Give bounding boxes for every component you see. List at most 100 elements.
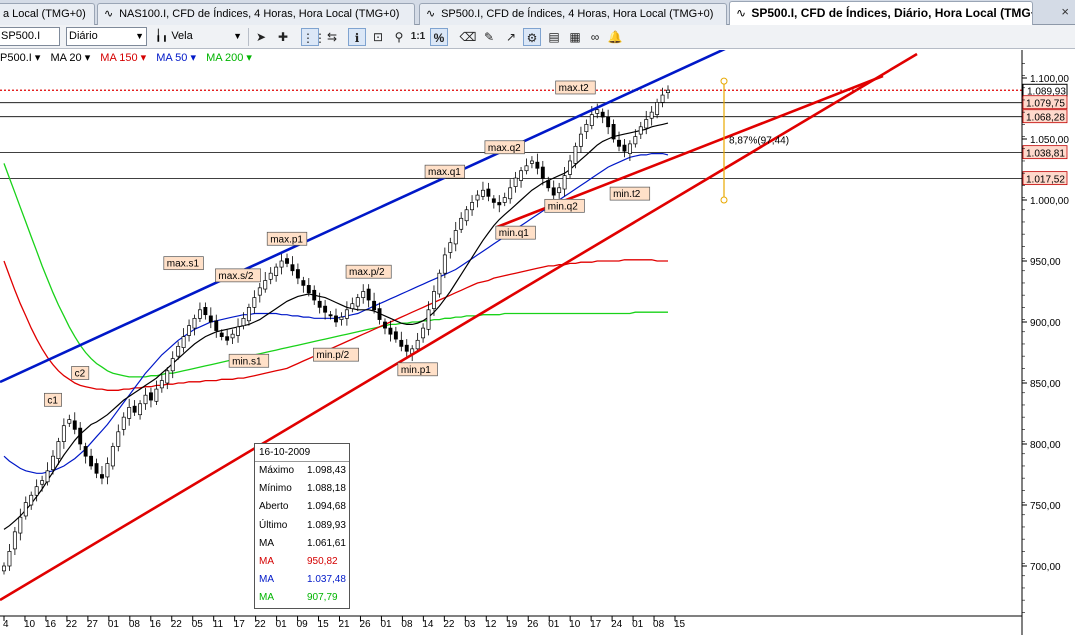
chart-type-select[interactable]: ╽╻ Vela ▼ [152,27,245,46]
legend-symbol[interactable]: P500.I ▾ [0,52,40,64]
candle-body [295,269,300,279]
time-tick-label: 16 [150,619,162,630]
close-icon[interactable]: × [1061,4,1069,19]
candle-body [546,180,551,189]
time-tick-label: 11 [213,619,224,630]
candle-body [372,300,377,311]
candle-body [29,494,34,506]
tab-sp500-daily[interactable]: ∿ SP500.I, CFD de Índices, Diário, Hora … [729,1,1033,26]
legend-ma200[interactable]: MA 200 ▾ [206,52,252,64]
annotation-label: min.p1 [401,365,431,376]
alert-icon[interactable]: 🔔 [606,28,624,46]
time-tick-label: 24 [611,619,623,630]
candle-body [159,380,164,389]
candle-body [176,346,181,357]
candle-body [366,288,371,301]
price-axis[interactable]: 1.089,931.079,751.068,281.038,811.017,52… [1022,63,1069,613]
candle-body [56,441,61,459]
time-tick-label: 15 [674,619,686,630]
timeframe-value: Diário [69,30,98,42]
candle-body [127,407,132,419]
candle-body [633,136,638,145]
legend-ma150[interactable]: MA 150 ▾ [100,52,146,64]
candle-body [611,124,616,140]
chevron-down-icon: ▼ [233,31,242,41]
price-tick-label: 900,00 [1030,318,1061,329]
eraser-icon[interactable]: ⌫ [459,28,477,46]
candle-body [323,305,328,313]
candle-body [246,307,251,322]
price-tick-label: 1.100,00 [1030,74,1069,85]
time-axis[interactable]: 4 10 16 22 27 01 08 16 22 05 11 17 22 01 09 15 21 26 01 08 1… [3,616,686,630]
info-value: 1.089,93 [307,519,346,531]
info-icon[interactable]: ℹ [348,28,366,46]
candle-body [638,126,643,135]
candle-body [165,370,170,384]
time-tick-label: 01 [276,619,288,630]
candle-body [627,143,632,154]
legend-ma50[interactable]: MA 50 ▾ [156,52,196,64]
candle-body [666,89,670,93]
info-date: 16-10-2009 [255,444,349,462]
plot-area[interactable] [0,50,1022,616]
time-tick-label: 22 [66,619,78,630]
info-row-ma150: MA 950,82 [255,553,349,571]
template-icon[interactable]: ▤ [545,28,563,46]
timeframe-select[interactable]: Diário ▼ [66,27,147,46]
candle-body [312,289,317,301]
grid-icon[interactable]: ⋮⋮ [301,28,326,46]
candle-body [562,175,567,190]
time-tick-label: 27 [87,619,99,630]
annotation-label: max.s/2 [218,271,253,282]
symbol-input[interactable]: SP500.I [0,27,60,46]
candle-body [486,188,491,197]
candle-body [268,272,273,280]
info-key: Aberto [259,501,289,513]
bar-info-box: 16-10-2009 Máximo 1.098,43 Mínimo 1.088,18… [254,443,350,609]
info-key: Mínimo [259,483,292,495]
zoom-reset-label: 1:1 [410,31,426,42]
price-chart[interactable]: c1 c2 max.s1 max.s/2 max.p1 max.p/2 min.s1 min.… [0,50,1075,635]
time-tick-label: 12 [485,619,497,630]
template-save-icon[interactable]: ▦ [566,28,584,46]
info-value: 950,82 [307,555,338,567]
candle-body [45,470,50,483]
crosshair-icon[interactable]: ✚ [274,28,292,46]
cursor-icon[interactable]: ➤ [252,28,270,46]
candle-body [393,331,398,340]
candle-chart-icon: ╽╻ [155,30,169,42]
price-tick-label: 850,00 [1030,379,1061,390]
candle-body [377,308,382,320]
candle-body [415,339,420,350]
chevron-down-icon: ▼ [135,31,144,41]
info-key: MA [259,574,274,586]
time-tick-label: 08 [653,619,665,630]
price-level-label: 1.038,81 [1026,149,1065,160]
info-value: 1.061,61 [307,537,346,549]
zoom-icon[interactable]: ⚲ [390,28,408,46]
tab-local[interactable]: a Local (TMG+0) [0,3,95,25]
zoom-reset-button[interactable]: 1:1 [409,28,427,46]
zoom-box-icon[interactable]: ⊡ [369,28,387,46]
tab-sp500-4h[interactable]: ∿ SP500.I, CFD de Índices, 4 Horas, Hora… [419,3,727,25]
candle-body [399,339,404,347]
percent-scale-button[interactable]: % [430,28,448,46]
legend-ma20[interactable]: MA 20 ▾ [50,52,90,64]
candle-body [83,446,88,457]
candle-body [154,388,159,402]
candle-body [219,332,224,337]
tab-nas100-4h[interactable]: ∿ NAS100.I, CFD de Índices, 4 Horas, Hor… [97,3,415,25]
indicator-icon[interactable]: ⚙ [523,28,541,46]
candle-body [274,266,279,276]
auto-scroll-icon[interactable]: ⇆ [323,28,341,46]
magnet-icon[interactable]: ↗ [502,28,520,46]
link-icon[interactable]: ∞ [586,28,604,46]
time-tick-label: 01 [380,619,392,630]
candle-body [328,314,333,317]
info-row-close: Último 1.089,93 [255,517,349,535]
candle-body [23,502,28,517]
candle-body [187,325,191,336]
time-tick-label: 14 [422,619,434,630]
draw-icon[interactable]: ✎ [480,28,498,46]
candle-body [600,111,605,118]
